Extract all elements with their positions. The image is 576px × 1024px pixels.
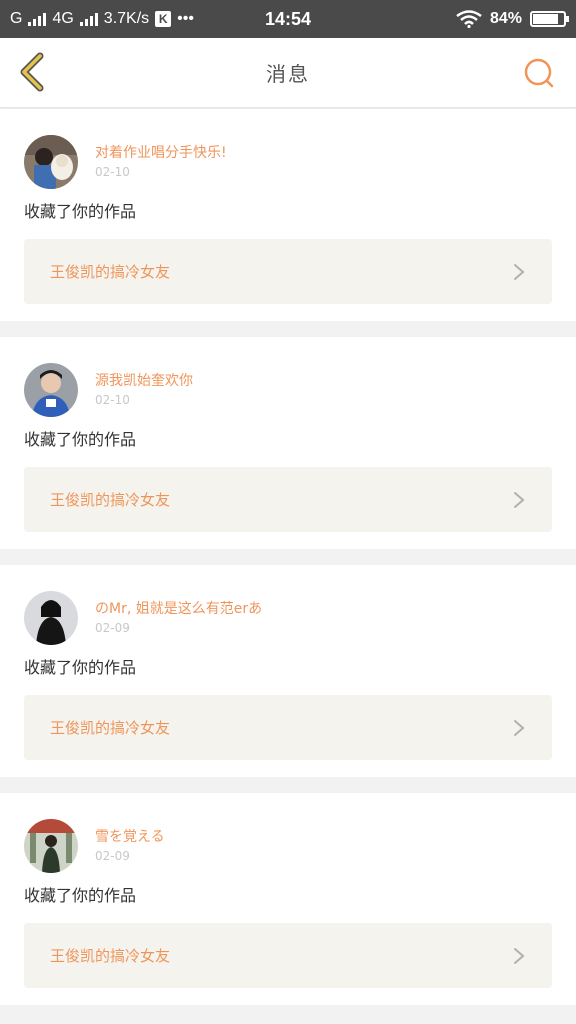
message-card: 对着作业唱分手快乐! 02-10 收藏了你的作品 王俊凯的搞冷女友	[0, 109, 576, 321]
speed-label: 3.7K/s	[103, 10, 150, 27]
avatar[interactable]	[24, 135, 78, 189]
message-meta: のMr, 姐就是这么有范erあ 02-09	[95, 591, 262, 637]
avatar[interactable]	[24, 363, 78, 417]
battery-percent: 84%	[489, 10, 522, 27]
nav-bar: 消息	[0, 38, 576, 108]
message-date: 02-10	[95, 393, 130, 407]
status-right: 84%	[456, 10, 569, 28]
message-meta: 对着作业唱分手快乐! 02-10	[95, 135, 227, 181]
nickname[interactable]: 对着作业唱分手快乐!	[95, 144, 227, 162]
action-text: 收藏了你的作品	[24, 886, 137, 905]
action-text: 收藏了你的作品	[24, 430, 137, 449]
message-header: 对着作业唱分手快乐! 02-10	[24, 135, 552, 189]
message-date: 02-09	[95, 621, 130, 635]
message-card: 源我凯始奎欢你 02-10 收藏了你的作品 王俊凯的搞冷女友	[0, 337, 576, 549]
work-title: 王俊凯的搞冷女友	[50, 491, 171, 509]
status-left: G 4G 3.7K/s K •••	[10, 10, 194, 28]
work-link[interactable]: 王俊凯的搞冷女友	[24, 923, 552, 988]
avatar[interactable]	[24, 819, 78, 873]
nickname[interactable]: 雪を覚える	[95, 828, 165, 846]
action-text: 收藏了你的作品	[24, 202, 137, 221]
status-bar: G 4G 3.7K/s K ••• 14:54 84%	[0, 0, 576, 38]
work-link[interactable]: 王俊凯的搞冷女友	[24, 695, 552, 760]
chevron-left-icon[interactable]	[14, 52, 50, 92]
message-date: 02-09	[95, 849, 130, 863]
avatar[interactable]	[24, 591, 78, 645]
chevron-right-icon	[514, 491, 525, 508]
page-title: 消息	[266, 62, 310, 86]
message-list: 对着作业唱分手快乐! 02-10 收藏了你的作品 王俊凯的搞冷女友 源我凯始奎欢…	[0, 108, 576, 1005]
work-title: 王俊凯的搞冷女友	[50, 719, 171, 737]
signal-icon-2	[79, 12, 98, 26]
nickname[interactable]: 源我凯始奎欢你	[95, 372, 193, 390]
network-label: 4G	[52, 10, 74, 27]
chevron-right-icon	[514, 947, 525, 964]
more-indicator: •••	[177, 10, 194, 27]
work-title: 王俊凯的搞冷女友	[50, 947, 171, 965]
app-badge-icon: K	[155, 11, 172, 27]
message-card: 雪を覚える 02-09 收藏了你的作品 王俊凯的搞冷女友	[0, 793, 576, 1005]
message-header: 雪を覚える 02-09	[24, 819, 552, 873]
work-title: 王俊凯的搞冷女友	[50, 263, 171, 281]
search-icon[interactable]	[522, 56, 556, 90]
chevron-right-icon	[514, 719, 525, 736]
message-header: 源我凯始奎欢你 02-10	[24, 363, 552, 417]
message-meta: 源我凯始奎欢你 02-10	[95, 363, 193, 409]
chevron-right-icon	[514, 263, 525, 280]
message-date: 02-10	[95, 165, 130, 179]
wifi-icon	[456, 10, 482, 28]
nickname[interactable]: のMr, 姐就是这么有范erあ	[95, 600, 262, 618]
message-header: のMr, 姐就是这么有范erあ 02-09	[24, 591, 552, 645]
carrier-label: G	[10, 10, 23, 27]
message-card: のMr, 姐就是这么有范erあ 02-09 收藏了你的作品 王俊凯的搞冷女友	[0, 565, 576, 777]
battery-fill	[533, 14, 558, 24]
signal-icon	[28, 12, 47, 26]
battery-icon	[530, 11, 569, 27]
work-link[interactable]: 王俊凯的搞冷女友	[24, 239, 552, 304]
message-meta: 雪を覚える 02-09	[95, 819, 165, 865]
action-text: 收藏了你的作品	[24, 658, 137, 677]
work-link[interactable]: 王俊凯的搞冷女友	[24, 467, 552, 532]
